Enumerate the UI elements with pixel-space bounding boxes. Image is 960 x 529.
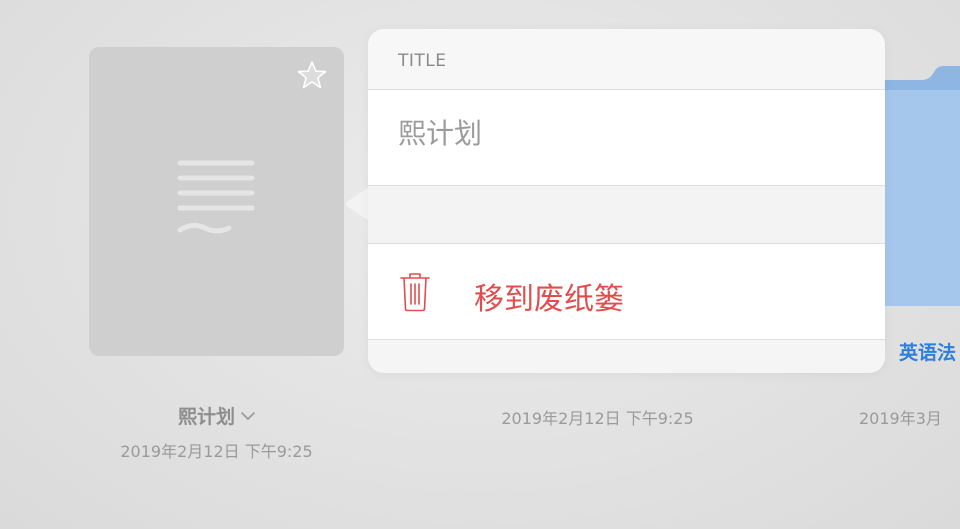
document-name[interactable]: 熙计划 [89, 402, 344, 429]
popover-arrow [346, 186, 371, 222]
middle-item-date: 2019年2月12日 下午9:25 [501, 409, 694, 428]
popover-header: TITLE [368, 29, 885, 89]
document-lines-icon [177, 160, 255, 234]
title-row[interactable] [368, 90, 885, 185]
title-input[interactable] [398, 115, 858, 148]
trash-icon [400, 273, 430, 312]
move-to-trash-button[interactable]: 移到废纸篓 [368, 244, 885, 339]
folder-date: 2019年3月 [859, 409, 942, 428]
folder-label[interactable]: 英语法 [899, 338, 956, 365]
title-section-label: TITLE [398, 51, 447, 71]
popover-footer [368, 340, 885, 373]
section-spacer [368, 186, 885, 243]
move-to-trash-label: 移到废纸篓 [474, 282, 624, 317]
chevron-down-icon[interactable] [241, 411, 255, 421]
star-icon[interactable] [295, 59, 329, 93]
document-name-label: 熙计划 [177, 406, 235, 428]
document-date: 2019年2月12日 下午9:25 [120, 442, 313, 461]
rename-popover: TITLE 移到废纸篓 [368, 29, 885, 373]
folder-icon[interactable] [880, 66, 960, 306]
